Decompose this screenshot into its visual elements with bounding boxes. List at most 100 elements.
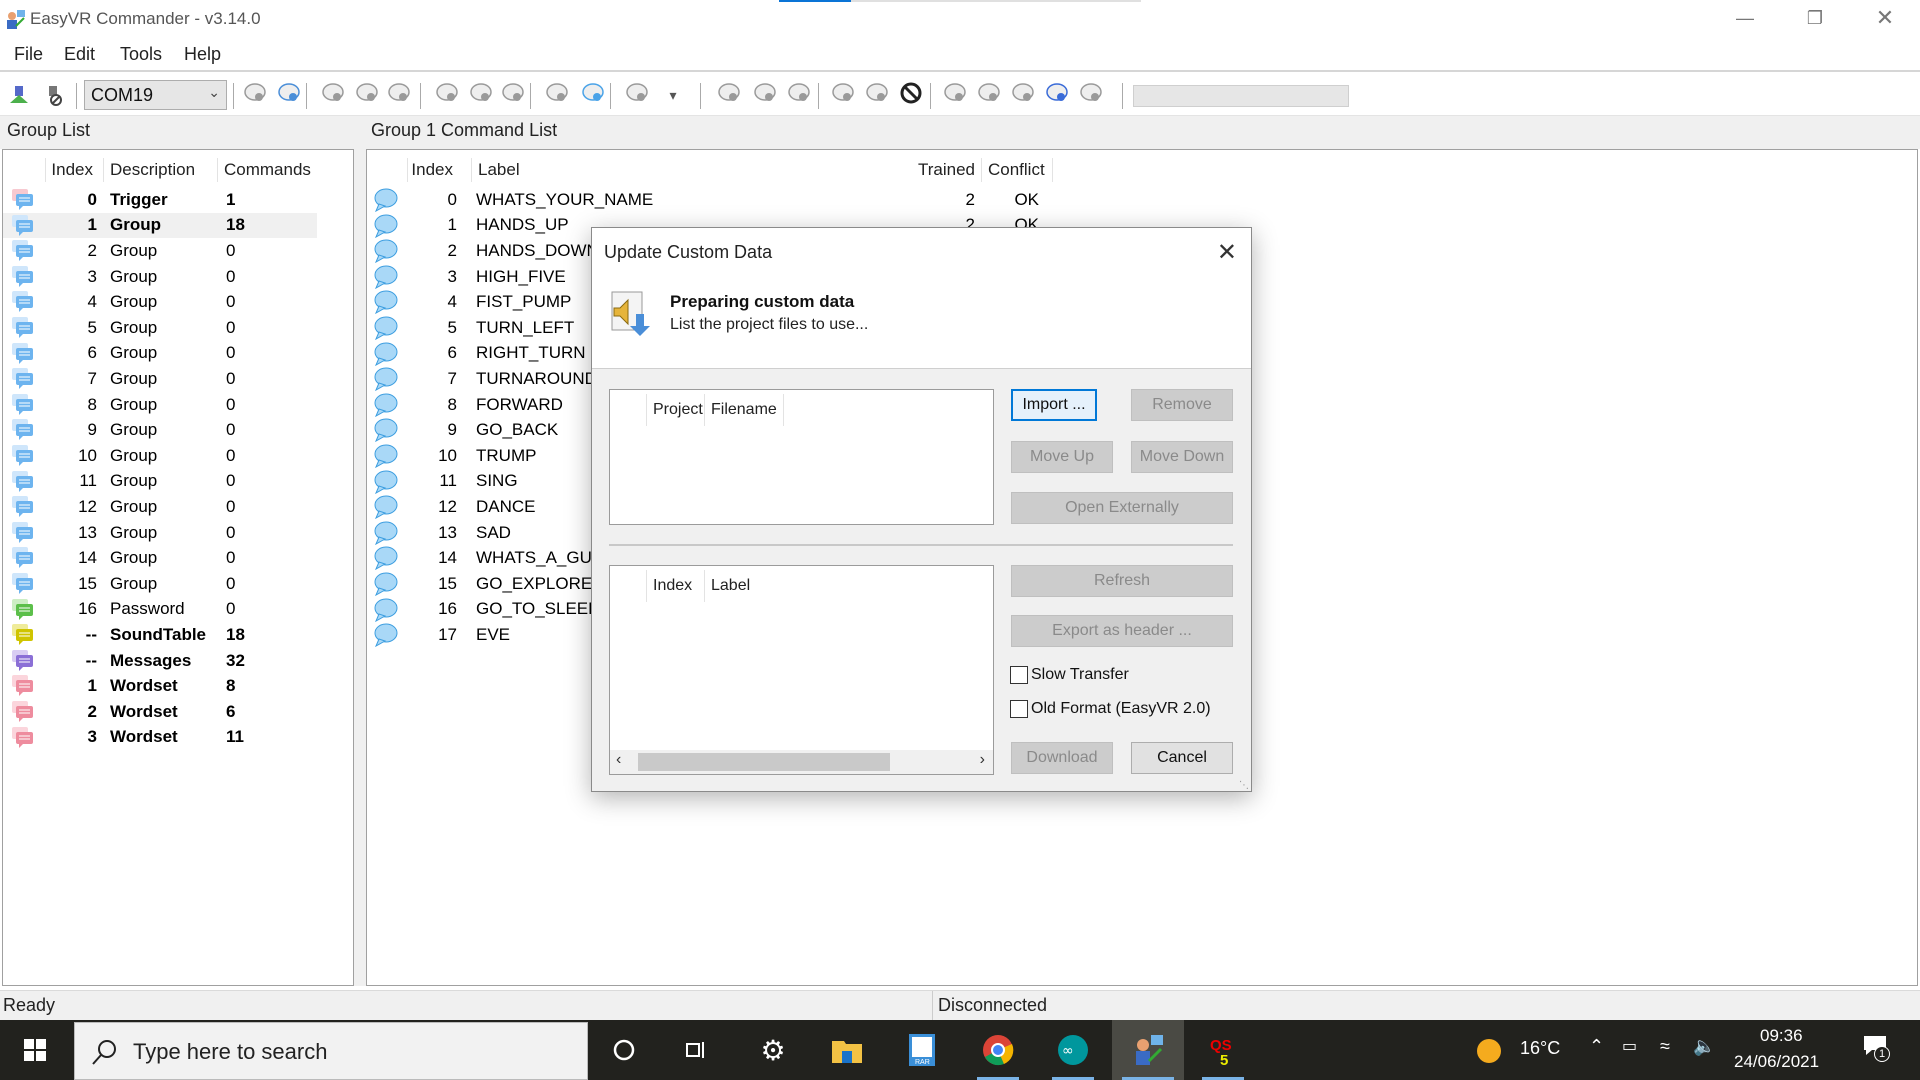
group-row[interactable]: -- Messages 32 [3, 648, 317, 674]
update-custom-data-button[interactable] [276, 82, 302, 108]
scrollbar-thumb[interactable] [638, 753, 890, 771]
taskbar-search[interactable]: Type here to search [74, 1022, 588, 1080]
test-command-button[interactable] [468, 82, 494, 108]
taskbar-cortana[interactable] [593, 1020, 655, 1080]
remove-command-button[interactable] [386, 82, 412, 108]
menu-file[interactable]: File [14, 44, 43, 65]
restore-button[interactable]: ❐ [1780, 0, 1850, 36]
horizontal-scrollbar[interactable]: ‹ › [610, 750, 993, 774]
stop-button[interactable] [898, 82, 924, 108]
add-group-button[interactable] [320, 82, 346, 108]
entries-list[interactable]: Index Label ‹ › [609, 565, 994, 775]
group-row[interactable]: 11 Group 0 [3, 469, 317, 495]
move-up-button[interactable]: Move Up [1011, 441, 1113, 473]
connect-button[interactable] [6, 82, 32, 108]
checkbox-box[interactable] [1010, 666, 1028, 684]
taskbar-file-explorer[interactable] [816, 1020, 878, 1080]
group-row[interactable]: 15 Group 0 [3, 571, 317, 597]
weather-sun-icon[interactable] [1476, 1038, 1502, 1064]
move-down-button[interactable]: Move Down [1131, 441, 1233, 473]
sound-table-button[interactable] [1044, 82, 1070, 108]
volume-button[interactable] [976, 82, 1002, 108]
column-header-index[interactable]: Index [646, 570, 702, 602]
download-button[interactable]: Download [1011, 742, 1113, 774]
column-header-index[interactable]: Index [45, 158, 97, 182]
taskbar-qs5[interactable]: QS 5 [1192, 1020, 1254, 1080]
group-row[interactable]: -- SoundTable 18 [3, 622, 317, 648]
erase-training-button[interactable] [500, 82, 526, 108]
bootloader-button[interactable] [1078, 82, 1104, 108]
refresh-button[interactable]: Refresh [1011, 565, 1233, 597]
checkbox-box[interactable] [1010, 700, 1028, 718]
group-row[interactable]: 3 Wordset 11 [3, 725, 317, 751]
train-command-button[interactable] [434, 82, 460, 108]
group-row[interactable]: 4 Group 0 [3, 289, 317, 315]
dropdown-arrow-button[interactable]: ▾ [660, 82, 686, 108]
column-header-filename[interactable]: Filename [704, 394, 784, 426]
clock-time[interactable]: 09:36 [1760, 1026, 1803, 1046]
taskbar-easyvr[interactable] [1112, 1020, 1184, 1080]
scroll-right-icon[interactable]: › [980, 751, 985, 769]
group-row[interactable]: 9 Group 0 [3, 417, 317, 443]
com-port-select[interactable]: COM19 ⌄ [84, 80, 227, 110]
column-header-label[interactable]: Label [471, 158, 911, 182]
add-command-button[interactable] [354, 82, 380, 108]
wifi-icon[interactable]: ≈ [1660, 1036, 1670, 1057]
group-row[interactable]: 10 Group 0 [3, 443, 317, 469]
recognize-button[interactable] [830, 82, 856, 108]
settings-button[interactable] [580, 82, 606, 108]
tray-chevron-up-icon[interactable]: ⌃ [1589, 1036, 1604, 1057]
taskbar-arduino[interactable]: ∞ [1042, 1020, 1104, 1080]
taskbar-task-view[interactable] [665, 1020, 727, 1080]
phone-button[interactable] [1010, 82, 1036, 108]
column-header-project[interactable]: Project [646, 394, 706, 426]
speak-group-button[interactable] [752, 82, 778, 108]
column-header-commands[interactable]: Commands [217, 158, 317, 182]
disconnect-button[interactable] [40, 82, 66, 108]
minimize-button[interactable]: — [1710, 0, 1780, 36]
group-row[interactable]: 13 Group 0 [3, 520, 317, 546]
group-row[interactable]: 2 Group 0 [3, 238, 317, 264]
slow-transfer-checkbox[interactable]: Slow Transfer [1010, 666, 1129, 684]
splitter[interactable] [354, 116, 366, 986]
group-row[interactable]: 1 Group 18 [3, 212, 317, 239]
group-row[interactable]: 14 Group 0 [3, 545, 317, 571]
cancel-button[interactable]: Cancel [1131, 742, 1233, 774]
export-header-button[interactable]: Export as header ... [1011, 615, 1233, 647]
group-row[interactable]: 8 Group 0 [3, 392, 317, 418]
menu-help[interactable]: Help [184, 44, 221, 65]
group-row[interactable]: 1 Wordset 8 [3, 673, 317, 699]
open-externally-button[interactable]: Open Externally [1011, 492, 1233, 524]
taskbar-winrar[interactable]: RAR [891, 1020, 953, 1080]
command-row[interactable]: 0 WHATS_YOUR_NAME 2 OK [367, 187, 1057, 213]
scroll-left-icon[interactable]: ‹ [616, 751, 621, 769]
start-button[interactable] [4, 1020, 66, 1080]
dialog-close-button[interactable]: ✕ [1217, 238, 1237, 267]
column-header-label[interactable]: Label [704, 570, 754, 602]
speak-trigger-button[interactable] [716, 82, 742, 108]
group-row[interactable]: 12 Group 0 [3, 494, 317, 520]
resize-grip-icon[interactable]: ⋱ [1239, 780, 1249, 791]
import-button[interactable]: Import ... [1011, 389, 1097, 421]
group-row[interactable]: 0 Trigger 1 [3, 187, 317, 213]
battery-icon[interactable]: ▭ [1622, 1036, 1637, 1056]
group-list[interactable]: Index Description Commands 0 Trigger 1 1 Gro… [2, 149, 354, 986]
edit-project-button[interactable] [242, 82, 268, 108]
column-header-conflict[interactable]: Conflict [981, 158, 1053, 182]
group-row[interactable]: 6 Group 0 [3, 341, 317, 367]
group-row[interactable]: 5 Group 0 [3, 315, 317, 341]
recognize-group-button[interactable] [864, 82, 890, 108]
close-button[interactable]: ✕ [1850, 0, 1920, 36]
clock-date[interactable]: 24/06/2021 [1734, 1052, 1819, 1072]
column-header-description[interactable]: Description [103, 158, 215, 182]
speak-password-button[interactable] [786, 82, 812, 108]
notification-center-button[interactable]: 1 [1862, 1034, 1890, 1064]
group-button[interactable] [624, 82, 650, 108]
group-row[interactable]: 2 Wordset 6 [3, 699, 317, 725]
menu-tools[interactable]: Tools [120, 44, 162, 65]
menu-edit[interactable]: Edit [64, 44, 95, 65]
group-row[interactable]: 16 Password 0 [3, 597, 317, 623]
column-header-trained[interactable]: Trained [907, 158, 981, 182]
group-row[interactable]: 7 Group 0 [3, 366, 317, 392]
project-files-list[interactable]: Project Filename [609, 389, 994, 525]
